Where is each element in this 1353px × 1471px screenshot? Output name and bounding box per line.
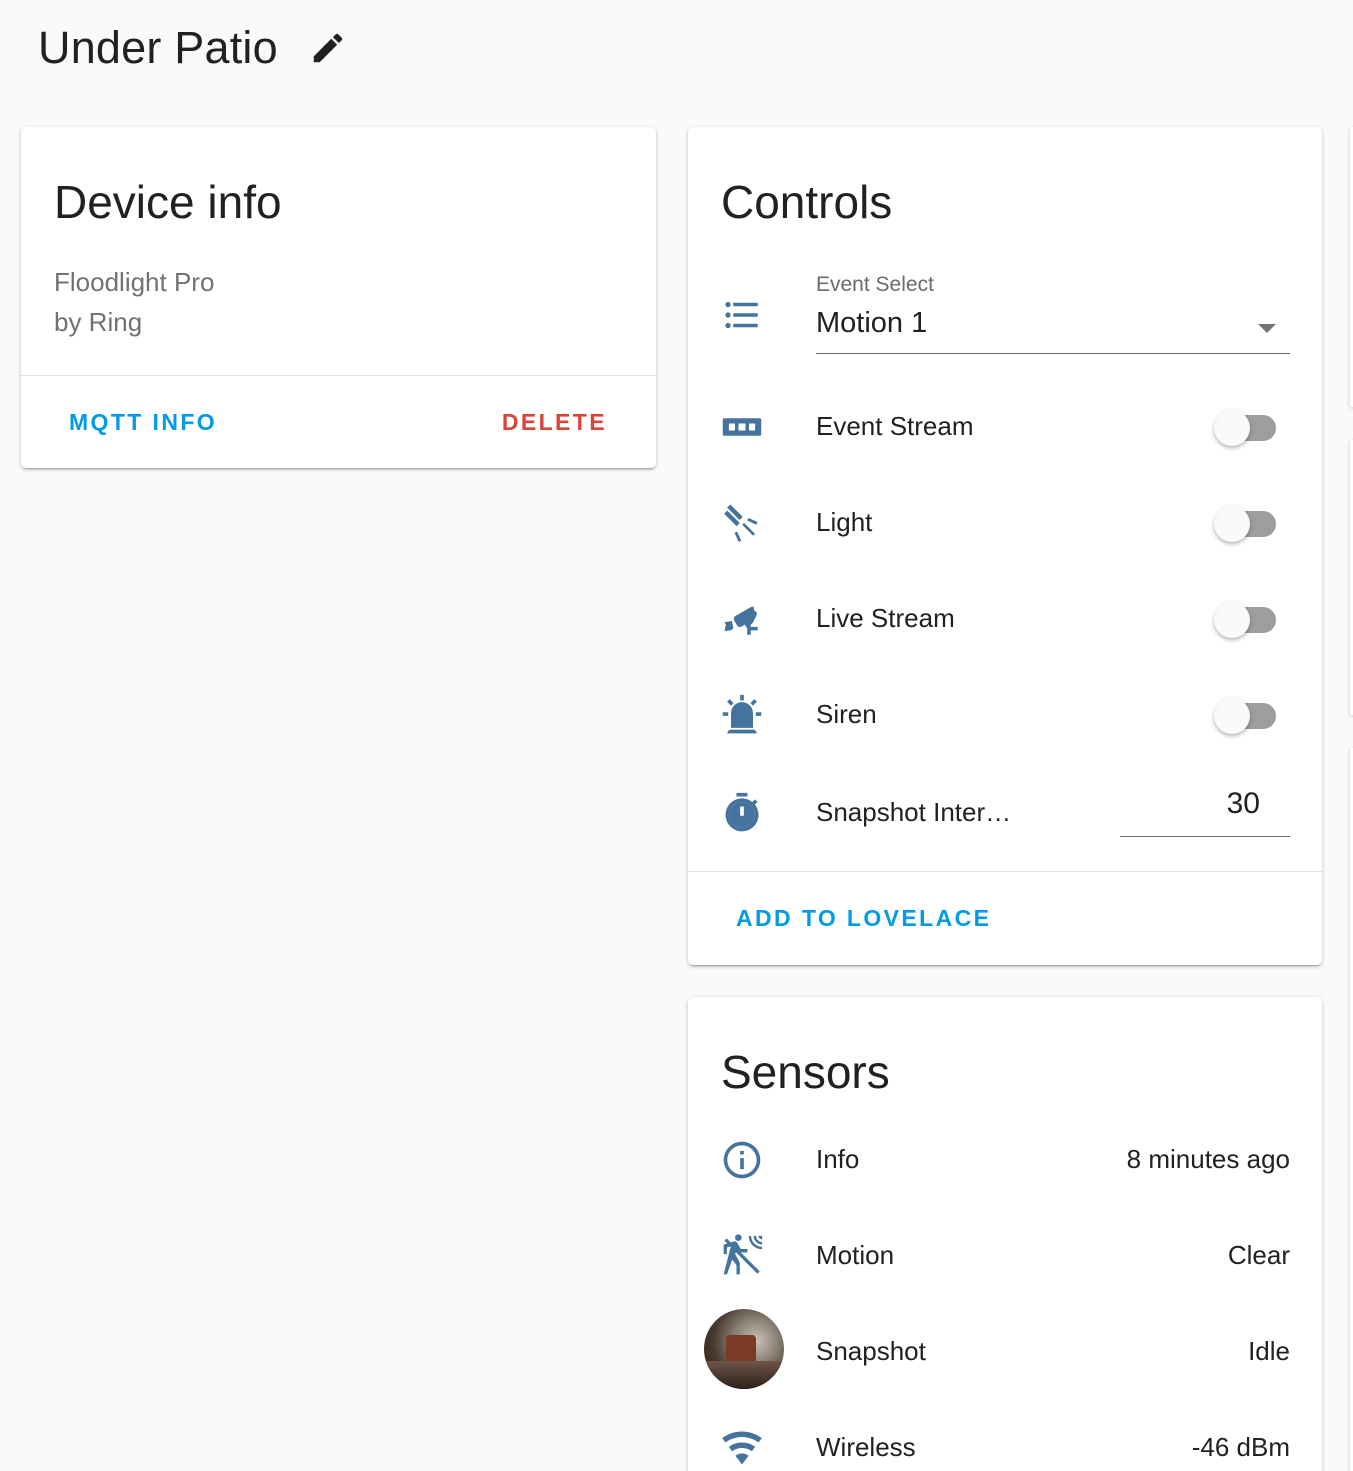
siren-toggle[interactable] bbox=[1214, 698, 1280, 734]
info-label: Info bbox=[816, 1144, 860, 1174]
snapshot-interval-value: 30 bbox=[1226, 787, 1260, 820]
light-label: Light bbox=[816, 507, 873, 537]
delete-button[interactable]: DELETE bbox=[502, 409, 607, 436]
event-stream-toggle[interactable] bbox=[1214, 410, 1280, 446]
live-stream-row: Live Stream bbox=[688, 589, 1322, 649]
event-select-dropdown[interactable]: Event Select Motion 1 bbox=[816, 269, 1290, 354]
info-row[interactable]: Info 8 minutes ago bbox=[688, 1130, 1322, 1190]
page-title: Under Patio bbox=[38, 22, 278, 73]
device-manufacturer: by Ring bbox=[54, 307, 143, 337]
motion-label: Motion bbox=[816, 1240, 895, 1270]
snapshot-interval-label: Snapshot Inter… bbox=[816, 797, 1012, 827]
controls-divider bbox=[688, 871, 1322, 872]
controls-title: Controls bbox=[721, 176, 893, 228]
motion-sensor-icon bbox=[720, 1234, 764, 1278]
wifi-icon bbox=[720, 1426, 764, 1470]
device-info-divider bbox=[21, 375, 656, 376]
event-select-value: Motion 1 bbox=[816, 307, 928, 339]
siren-label: Siren bbox=[816, 699, 877, 729]
snapshot-interval-row: Snapshot Inter… 30 bbox=[688, 783, 1322, 843]
pencil-icon[interactable] bbox=[308, 28, 348, 68]
live-stream-toggle[interactable] bbox=[1214, 602, 1280, 638]
event-select-label: Event Select bbox=[816, 273, 934, 296]
device-info-title: Device info bbox=[54, 176, 282, 228]
snapshot-label: Snapshot bbox=[816, 1336, 926, 1366]
light-row: Light bbox=[688, 493, 1322, 553]
snapshot-interval-input[interactable]: 30 bbox=[1120, 773, 1290, 837]
information-outline-icon bbox=[720, 1138, 764, 1182]
page-header: Under Patio bbox=[38, 20, 348, 76]
info-value: 8 minutes ago bbox=[1126, 1144, 1290, 1174]
timer-icon bbox=[720, 791, 764, 835]
motion-value: Clear bbox=[1227, 1240, 1290, 1270]
wireless-value: -46 dBm bbox=[1191, 1432, 1290, 1462]
wireless-label: Wireless bbox=[816, 1432, 916, 1462]
device-model: Floodlight Pro bbox=[54, 267, 215, 297]
siren-row: Siren bbox=[688, 685, 1322, 745]
motion-row[interactable]: Motion Clear bbox=[688, 1226, 1322, 1286]
add-to-lovelace-button[interactable]: ADD TO LOVELACE bbox=[736, 905, 991, 932]
controls-card: Controls Event Select Motion 1 Event Str… bbox=[688, 127, 1322, 965]
snapshot-value: Idle bbox=[1248, 1336, 1290, 1366]
snapshot-row[interactable]: Snapshot Idle bbox=[688, 1309, 1322, 1389]
light-toggle[interactable] bbox=[1214, 506, 1280, 542]
video-input-component-icon bbox=[720, 405, 764, 449]
snapshot-thumbnail[interactable] bbox=[704, 1309, 784, 1389]
alarm-light-icon bbox=[720, 693, 764, 737]
chevron-down-icon bbox=[1258, 324, 1276, 333]
device-info-card: Device info Floodlight Pro by Ring MQTT … bbox=[21, 127, 656, 468]
floodlight-icon bbox=[720, 501, 764, 545]
cctv-icon bbox=[720, 597, 764, 641]
sensors-card: Sensors Info 8 minutes ago Motion Clear … bbox=[688, 997, 1322, 1471]
event-stream-label: Event Stream bbox=[816, 411, 974, 441]
event-stream-row: Event Stream bbox=[688, 397, 1322, 457]
mqtt-info-button[interactable]: MQTT INFO bbox=[69, 409, 217, 436]
format-list-bulleted-icon bbox=[720, 293, 764, 337]
sensors-title: Sensors bbox=[721, 1046, 890, 1098]
wireless-row[interactable]: Wireless -46 dBm bbox=[688, 1418, 1322, 1471]
live-stream-label: Live Stream bbox=[816, 603, 955, 633]
event-select-row: Event Select Motion 1 bbox=[688, 273, 1322, 357]
